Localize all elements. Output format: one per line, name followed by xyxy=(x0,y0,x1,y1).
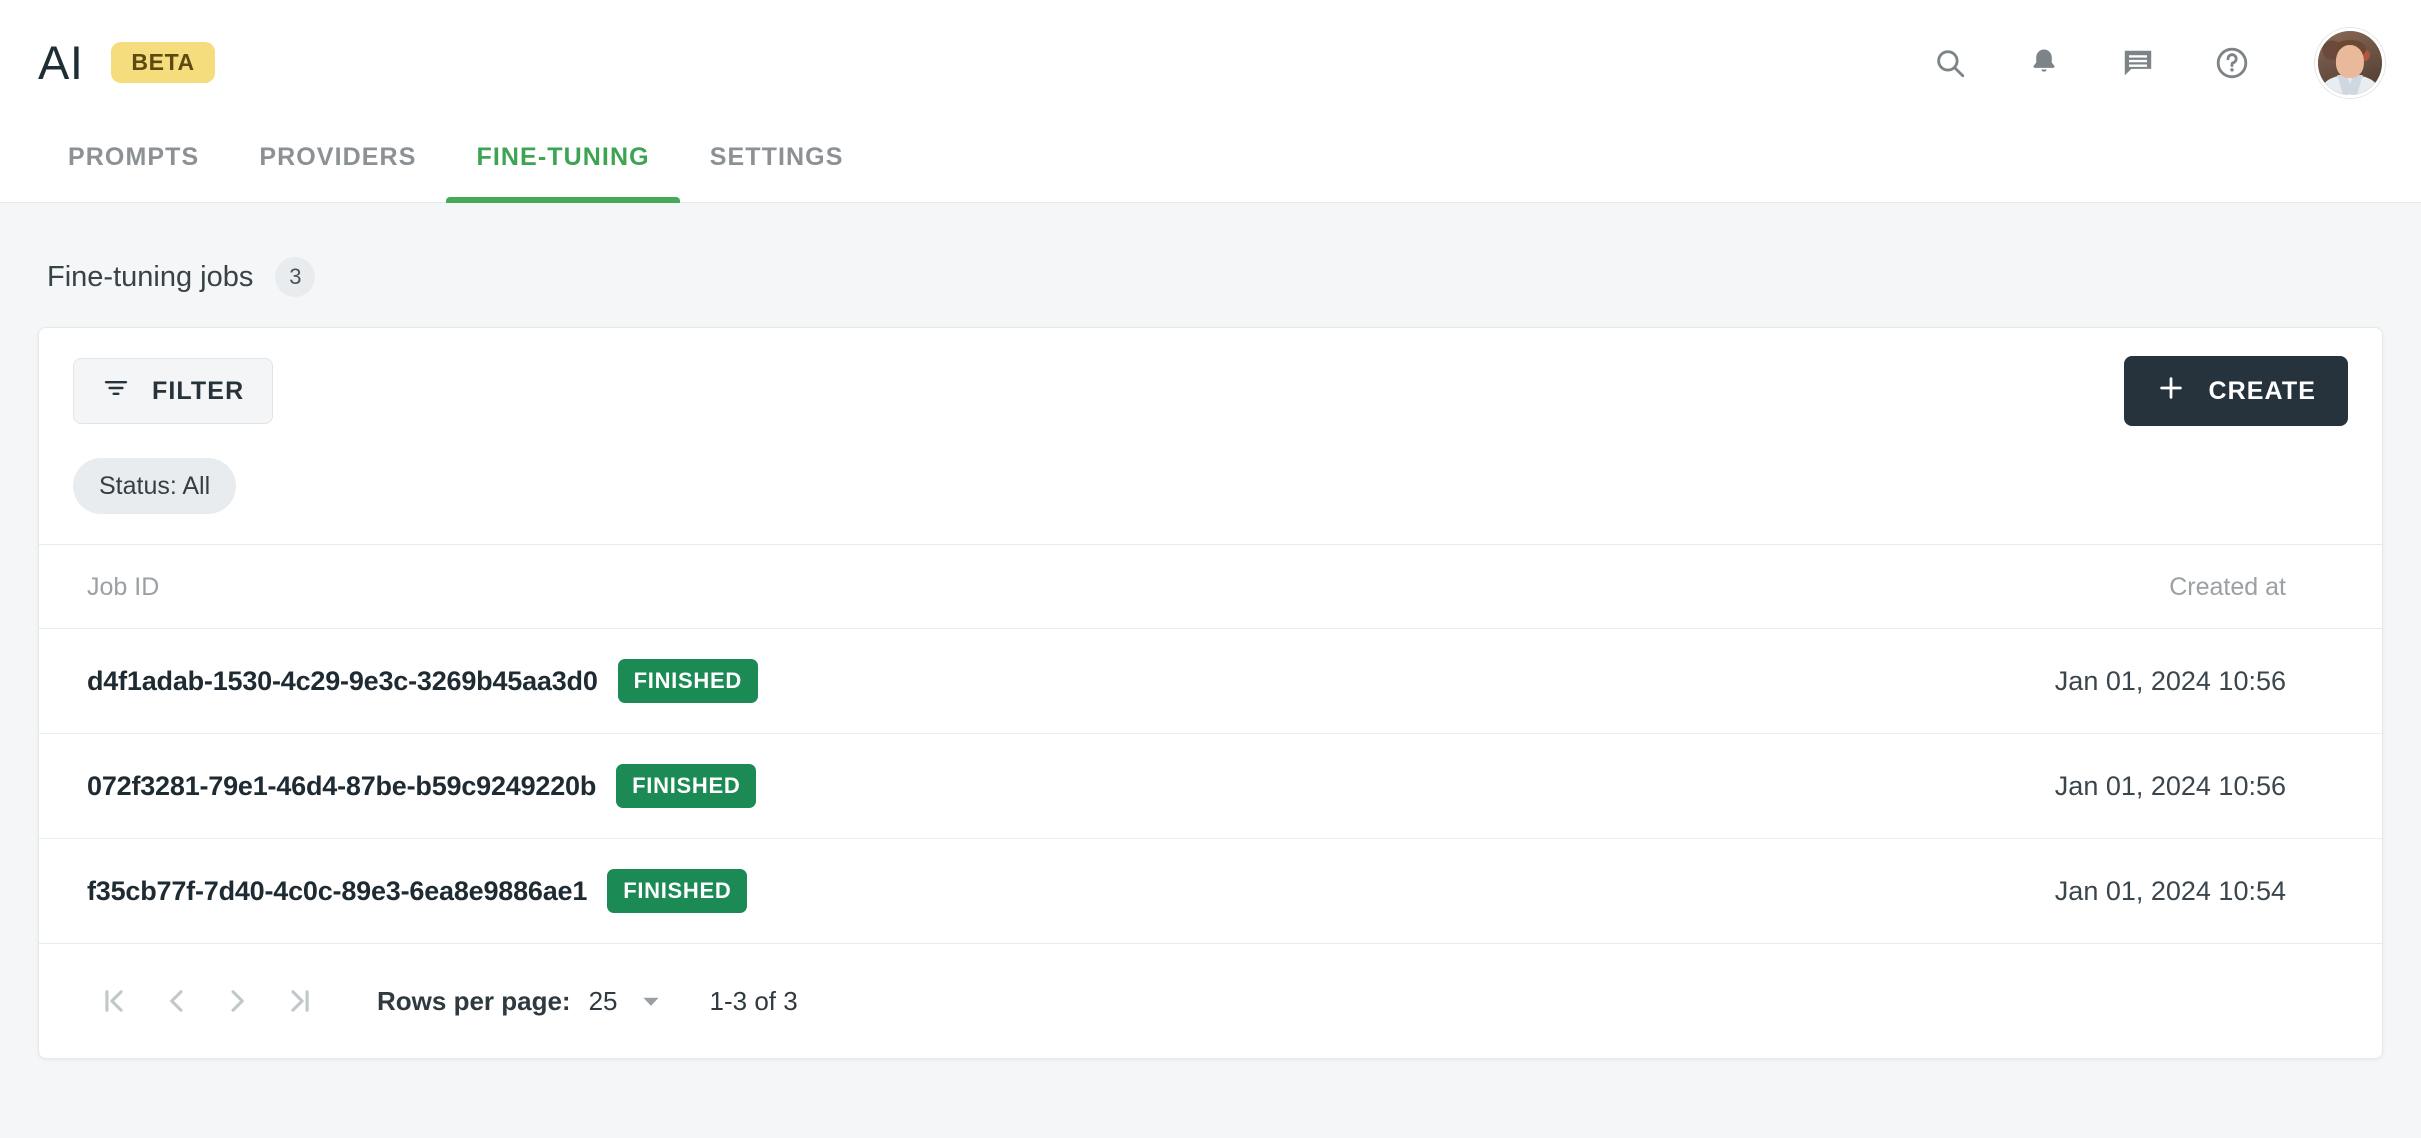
beta-badge: BETA xyxy=(111,42,215,83)
topbar-actions xyxy=(1927,27,2385,98)
created-at-cell: Jan 01, 2024 10:54 xyxy=(1649,838,2382,944)
tab-bar: PROMPTS PROVIDERS FINE-TUNING SETTINGS xyxy=(0,125,2421,203)
tab-prompts[interactable]: PROMPTS xyxy=(38,125,229,202)
help-icon[interactable] xyxy=(2209,40,2255,86)
jobs-table: Job ID Created at d4f1adab-1530-4c29-9e3… xyxy=(39,545,2382,944)
filter-chip-status[interactable]: Status: All xyxy=(73,458,237,514)
job-id-text: d4f1adab-1530-4c29-9e3c-3269b45aa3d0 xyxy=(87,665,598,696)
table-row[interactable]: f35cb77f-7d40-4c0c-89e3-6ea8e9886ae1 FIN… xyxy=(39,838,2382,944)
table-body: d4f1adab-1530-4c29-9e3c-3269b45aa3d0 FIN… xyxy=(39,628,2382,944)
next-page-icon[interactable] xyxy=(207,970,269,1032)
table-head: Job ID Created at xyxy=(39,545,2382,629)
app-logo: AI xyxy=(38,36,84,89)
tab-providers[interactable]: PROVIDERS xyxy=(229,125,446,202)
create-button-label: CREATE xyxy=(2208,376,2316,405)
job-cell: f35cb77f-7d40-4c0c-89e3-6ea8e9886ae1 FIN… xyxy=(87,869,1649,913)
filter-icon xyxy=(102,374,130,409)
column-header-job-id: Job ID xyxy=(39,545,1650,629)
job-count-badge: 3 xyxy=(275,257,316,297)
table-row[interactable]: 072f3281-79e1-46d4-87be-b59c9249220b FIN… xyxy=(39,733,2382,839)
pagination-range-label: 1-3 of 3 xyxy=(709,985,798,1016)
search-icon[interactable] xyxy=(1927,40,1973,86)
filter-button-label: FILTER xyxy=(152,376,245,405)
job-id-cell: f35cb77f-7d40-4c0c-89e3-6ea8e9886ae1 FIN… xyxy=(39,838,1650,944)
page-heading: Fine-tuning jobs 3 xyxy=(38,203,2383,327)
job-id-text: f35cb77f-7d40-4c0c-89e3-6ea8e9886ae1 xyxy=(87,875,588,906)
bell-icon[interactable] xyxy=(2021,40,2067,86)
top-bar: AI BETA xyxy=(0,0,2421,125)
tab-fine-tuning[interactable]: FINE-TUNING xyxy=(446,125,680,203)
tab-settings[interactable]: SETTINGS xyxy=(680,125,874,202)
status-badge: FINISHED xyxy=(616,764,757,808)
column-header-created-at: Created at xyxy=(1649,545,2382,629)
first-page-icon[interactable] xyxy=(83,970,145,1032)
job-id-text: 072f3281-79e1-46d4-87be-b59c9249220b xyxy=(87,770,597,801)
rows-per-page-value[interactable]: 25 xyxy=(589,986,618,1017)
created-at-cell: Jan 01, 2024 10:56 xyxy=(1649,733,2382,839)
brand: AI BETA xyxy=(38,39,215,86)
card-toolbar: FILTER CREATE xyxy=(39,328,2382,452)
job-id-cell: 072f3281-79e1-46d4-87be-b59c9249220b FIN… xyxy=(39,733,1650,839)
active-filters: Status: All xyxy=(39,452,2382,545)
status-badge: FINISHED xyxy=(617,659,758,703)
pagination: Rows per page: 25 1-3 of 3 xyxy=(39,944,2382,1058)
chevron-down-icon[interactable] xyxy=(638,988,664,1014)
jobs-card: FILTER CREATE Status: All Job ID Created… xyxy=(38,327,2383,1059)
job-id-cell: d4f1adab-1530-4c29-9e3c-3269b45aa3d0 FIN… xyxy=(39,628,1650,734)
avatar-face xyxy=(2335,44,2365,78)
chat-icon[interactable] xyxy=(2115,40,2161,86)
rows-per-page-label: Rows per page: xyxy=(377,985,571,1016)
table-row[interactable]: d4f1adab-1530-4c29-9e3c-3269b45aa3d0 FIN… xyxy=(39,628,2382,734)
create-button[interactable]: CREATE xyxy=(2124,356,2348,426)
status-badge: FINISHED xyxy=(607,869,748,913)
last-page-icon[interactable] xyxy=(269,970,331,1032)
job-cell: 072f3281-79e1-46d4-87be-b59c9249220b FIN… xyxy=(87,764,1649,808)
avatar[interactable] xyxy=(2315,27,2385,98)
previous-page-icon[interactable] xyxy=(145,970,207,1032)
page-content: Fine-tuning jobs 3 FILTER CREATE Status:… xyxy=(0,203,2421,1059)
page-title: Fine-tuning jobs xyxy=(47,260,254,293)
created-at-cell: Jan 01, 2024 10:56 xyxy=(1649,628,2382,734)
job-cell: d4f1adab-1530-4c29-9e3c-3269b45aa3d0 FIN… xyxy=(87,659,1649,703)
table-header-row: Job ID Created at xyxy=(39,545,2382,629)
plus-icon xyxy=(2156,373,2186,410)
filter-button[interactable]: FILTER xyxy=(73,358,274,424)
